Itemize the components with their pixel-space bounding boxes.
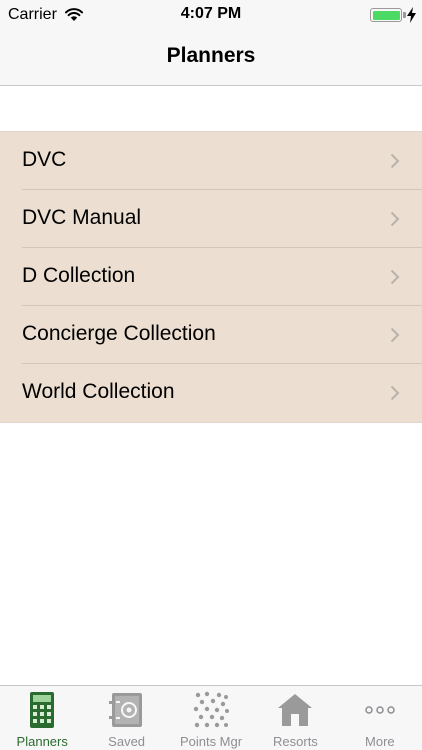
tab-label: More xyxy=(365,734,395,749)
tab-bar: Planners Saved Points Mgr Resorts More xyxy=(0,685,422,750)
list-item-dvc[interactable]: DVC xyxy=(0,132,422,190)
safe-icon xyxy=(108,693,142,727)
battery-icon xyxy=(370,8,402,22)
tab-planners[interactable]: Planners xyxy=(0,686,84,750)
tab-points-mgr[interactable]: Points Mgr xyxy=(169,686,253,750)
battery-cap xyxy=(403,12,406,18)
more-icon xyxy=(365,706,395,714)
planner-list: DVC DVC Manual D Collection Concierge Co… xyxy=(0,131,422,423)
tab-label: Resorts xyxy=(273,734,318,749)
chevron-right-icon xyxy=(390,153,400,169)
tab-label: Planners xyxy=(16,734,68,749)
list-item-label: D Collection xyxy=(22,264,136,287)
charging-bolt-icon xyxy=(407,7,416,23)
list-item-label: World Collection xyxy=(22,380,175,403)
page-title: Planners xyxy=(166,44,256,67)
chevron-right-icon xyxy=(390,269,400,285)
list-item-label: DVC xyxy=(22,148,67,171)
clock: 4:07 PM xyxy=(180,5,242,22)
navigation-bar: Planners xyxy=(0,30,422,86)
chevron-right-icon xyxy=(390,385,400,401)
tab-more[interactable]: More xyxy=(338,686,422,750)
list-item-world-collection[interactable]: World Collection xyxy=(0,364,422,422)
chevron-right-icon xyxy=(390,327,400,343)
house-icon xyxy=(278,694,313,726)
tab-label: Points Mgr xyxy=(179,734,243,749)
list-item-label: DVC Manual xyxy=(22,206,142,229)
dots-grid-icon xyxy=(193,691,230,728)
tab-label: Saved xyxy=(108,734,146,749)
list-item-dvc-manual[interactable]: DVC Manual xyxy=(0,190,422,248)
list-item-concierge-collection[interactable]: Concierge Collection xyxy=(0,306,422,364)
tab-saved[interactable]: Saved xyxy=(84,686,168,750)
tab-resorts[interactable]: Resorts xyxy=(253,686,337,750)
status-bar: Carrier 4:07 PM xyxy=(0,0,422,30)
list-item-d-collection[interactable]: D Collection xyxy=(0,248,422,306)
calculator-icon xyxy=(30,692,55,728)
chevron-right-icon xyxy=(390,211,400,227)
list-item-label: Concierge Collection xyxy=(22,322,216,345)
